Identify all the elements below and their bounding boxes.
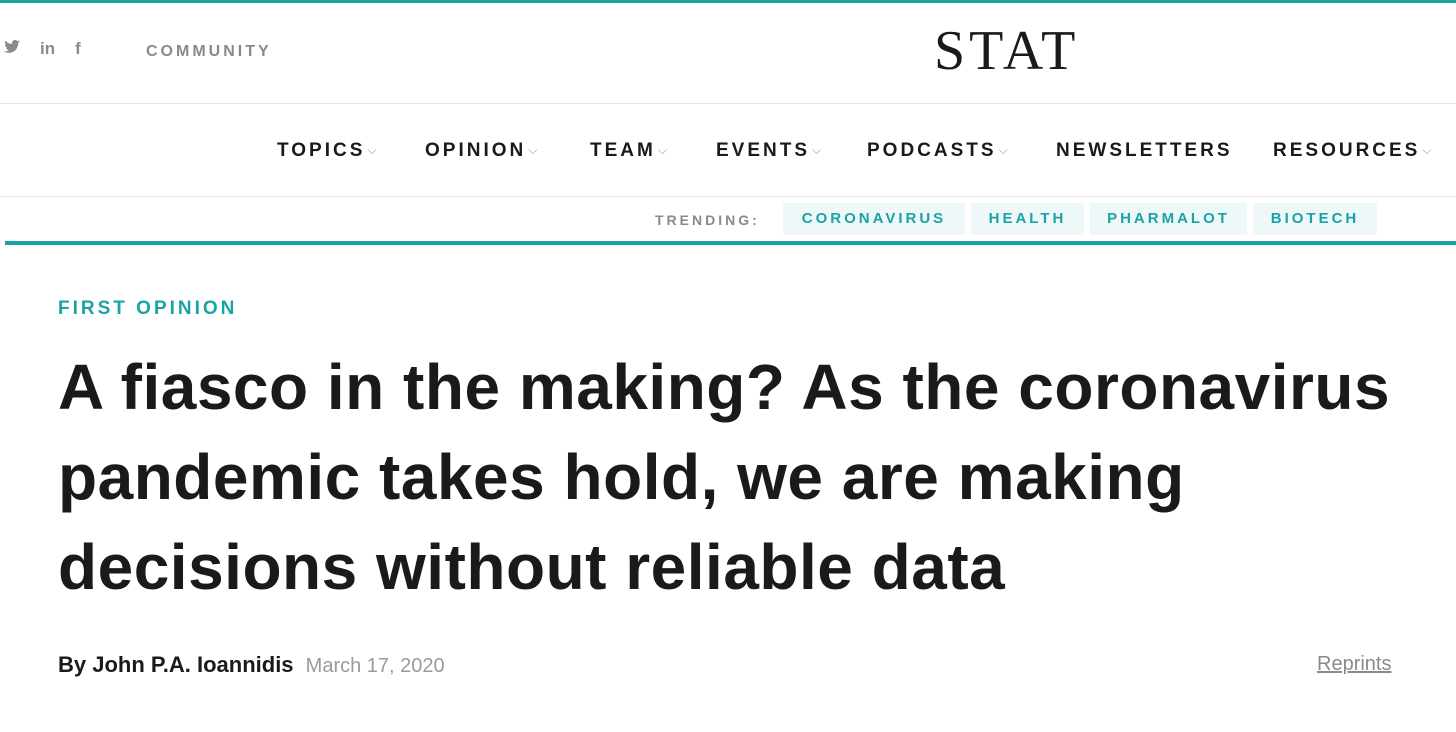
nav-item-label: TEAM bbox=[590, 140, 656, 161]
main-nav: TOPICS ⌵ OPINION ⌵ TEAM ⌵ EVENTS ⌵ PODCASTS ⌵… bbox=[0, 104, 1456, 197]
nav-item-label: PODCASTS bbox=[867, 140, 997, 161]
nav-item-team[interactable]: TEAM ⌵ bbox=[590, 140, 667, 162]
community-link[interactable]: COMMUNITY bbox=[146, 43, 272, 61]
nav-item-label: TOPICS bbox=[277, 140, 366, 161]
chevron-down-icon: ⌵ bbox=[528, 143, 538, 157]
twitter-icon[interactable] bbox=[4, 39, 20, 59]
trending-tag-pharmalot[interactable]: PHARMALOT bbox=[1090, 203, 1247, 235]
twitter-icon-shape bbox=[4, 40, 20, 53]
trending-tag-health[interactable]: HEALTH bbox=[971, 203, 1084, 235]
nav-item-label: OPINION bbox=[425, 140, 527, 161]
site-logo[interactable]: STAT bbox=[934, 23, 1079, 79]
trending-bar: TRENDING: CORONAVIRUS HEALTH PHARMALOT B… bbox=[0, 197, 1456, 241]
nav-item-label: NEWSLETTERS bbox=[1056, 140, 1233, 161]
top-bar: in f COMMUNITY STAT bbox=[0, 3, 1456, 104]
reprints-link[interactable]: Reprints bbox=[1317, 653, 1391, 676]
nav-item-label: EVENTS bbox=[716, 140, 811, 161]
nav-item-opinion[interactable]: OPINION ⌵ bbox=[425, 140, 537, 162]
chevron-down-icon: ⌵ bbox=[998, 143, 1008, 157]
article-kicker[interactable]: FIRST OPINION bbox=[58, 298, 237, 320]
byline-prefix: By bbox=[58, 652, 87, 677]
trending-tag-coronavirus[interactable]: CORONAVIRUS bbox=[783, 203, 965, 235]
nav-item-newsletters[interactable]: NEWSLETTERS bbox=[1056, 140, 1233, 162]
publish-date: March 17, 2020 bbox=[305, 655, 445, 677]
facebook-icon[interactable]: f bbox=[75, 39, 81, 59]
chevron-down-icon: ⌵ bbox=[657, 143, 667, 157]
nav-item-resources[interactable]: RESOURCES ⌵ bbox=[1273, 140, 1431, 162]
byline: By John P.A. Ioannidis March 17, 2020 bbox=[58, 652, 445, 678]
social-links: in f bbox=[4, 39, 81, 59]
section-divider bbox=[5, 241, 1456, 245]
nav-item-topics[interactable]: TOPICS ⌵ bbox=[277, 140, 377, 162]
author-link[interactable]: John P.A. Ioannidis bbox=[92, 652, 293, 677]
chevron-down-icon: ⌵ bbox=[367, 143, 377, 157]
chevron-down-icon: ⌵ bbox=[1422, 143, 1432, 157]
nav-item-podcasts[interactable]: PODCASTS ⌵ bbox=[867, 140, 1008, 162]
linkedin-icon[interactable]: in bbox=[40, 39, 55, 59]
article-headline: A fiasco in the making? As the coronavir… bbox=[58, 351, 1391, 603]
nav-item-label: RESOURCES bbox=[1273, 140, 1421, 161]
trending-tag-biotech[interactable]: BIOTECH bbox=[1253, 203, 1377, 235]
nav-item-events[interactable]: EVENTS ⌵ bbox=[716, 140, 821, 162]
chevron-down-icon: ⌵ bbox=[812, 143, 822, 157]
trending-label: TRENDING: bbox=[655, 212, 760, 228]
